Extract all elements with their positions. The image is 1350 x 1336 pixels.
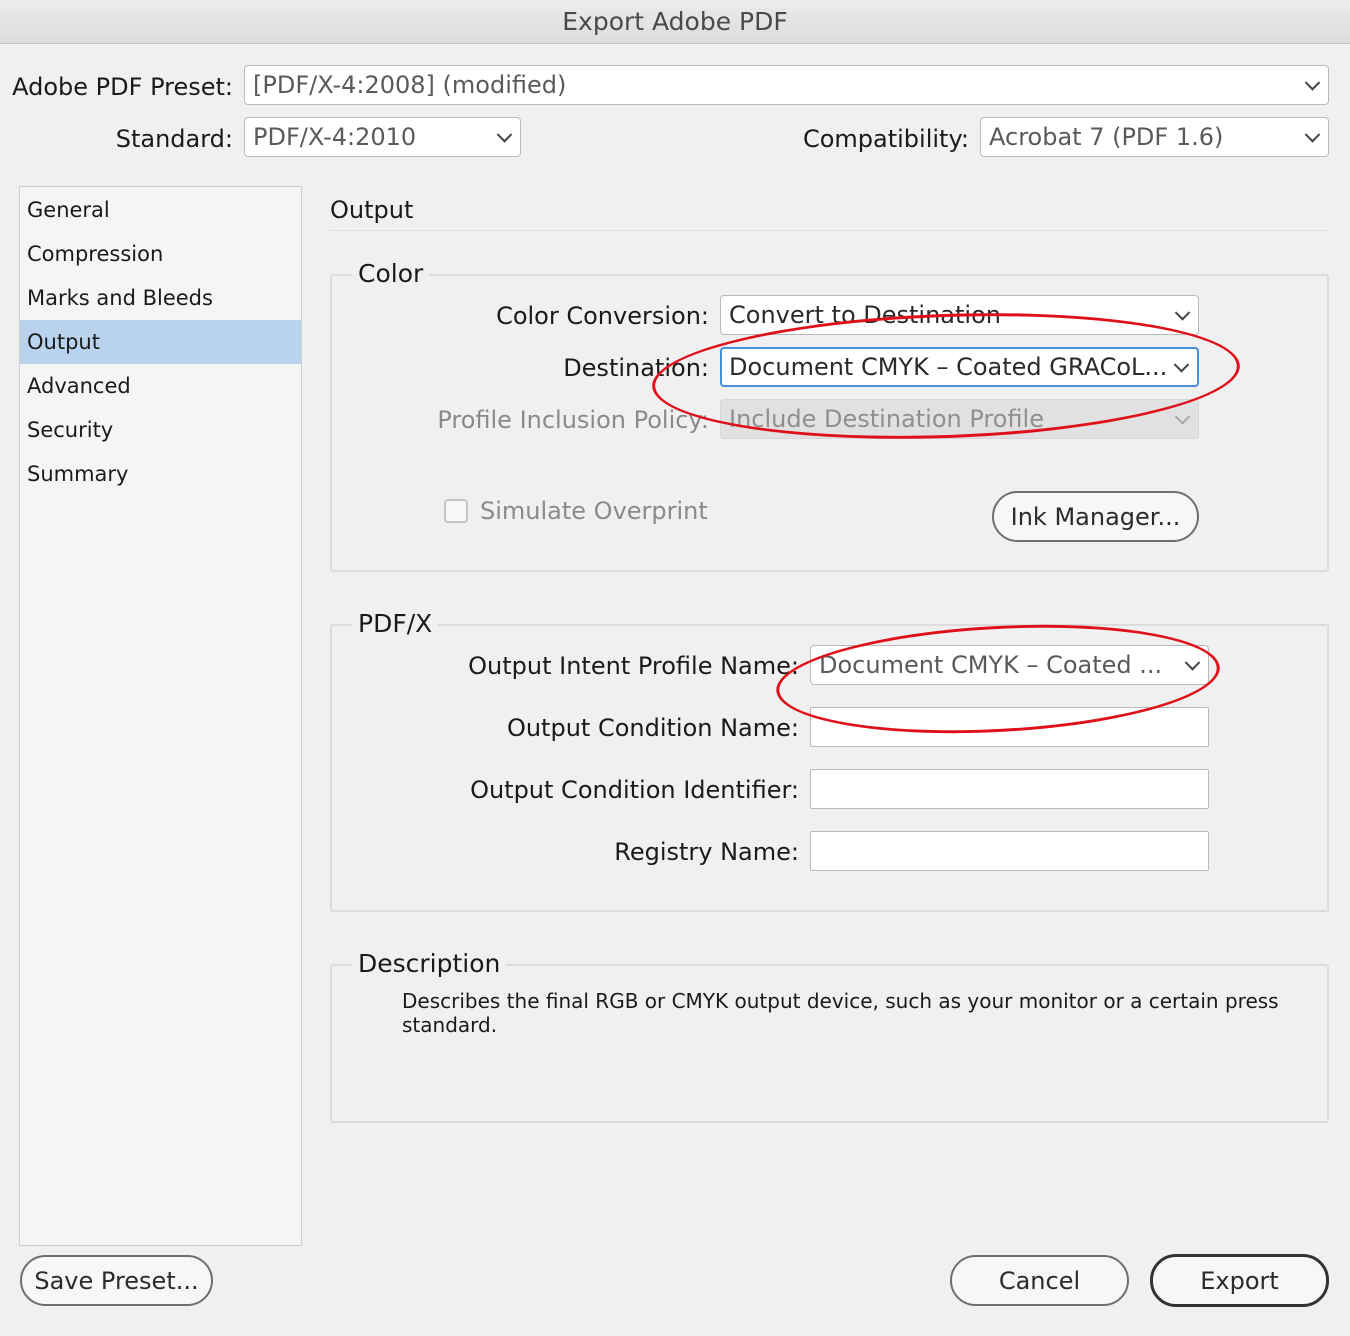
compatibility-label: Compatibility: <box>802 125 969 153</box>
profile-inclusion-select[interactable]: Include Destination Profile <box>720 399 1199 439</box>
panel-title: Output <box>330 196 414 224</box>
chevron-down-icon <box>1184 655 1201 671</box>
sidebar-item-advanced[interactable]: Advanced <box>20 364 301 408</box>
profile-inclusion-value: Include Destination Profile <box>729 405 1044 433</box>
destination-label: Destination: <box>563 354 709 382</box>
pdfx-legend: PDF/X <box>352 609 439 639</box>
simulate-overprint-checkbox[interactable] <box>444 499 468 523</box>
profile-inclusion-label: Profile Inclusion Policy: <box>437 406 709 434</box>
preset-select[interactable]: [PDF/X-4:2008] (modified) <box>244 65 1329 105</box>
description-legend: Description <box>352 949 507 979</box>
chevron-down-icon <box>1173 357 1190 373</box>
sidebar: General Compression Marks and Bleeds Out… <box>19 186 302 1246</box>
output-condition-identifier-label: Output Condition Identifier: <box>470 776 799 804</box>
sidebar-item-security[interactable]: Security <box>20 408 301 452</box>
ink-manager-button[interactable]: Ink Manager... <box>992 491 1199 542</box>
color-legend: Color <box>352 259 430 289</box>
chevron-down-icon <box>496 127 513 143</box>
sidebar-item-summary[interactable]: Summary <box>20 452 301 496</box>
destination-value: Document CMYK – Coated GRACoL... <box>729 353 1168 381</box>
output-condition-name-field[interactable] <box>810 707 1209 747</box>
export-button[interactable]: Export <box>1150 1254 1329 1307</box>
save-preset-button[interactable]: Save Preset... <box>20 1255 213 1306</box>
color-conversion-value: Convert to Destination <box>729 301 1001 329</box>
standard-value: PDF/X-4:2010 <box>253 123 417 151</box>
compatibility-select[interactable]: Acrobat 7 (PDF 1.6) <box>980 117 1329 157</box>
chevron-down-icon <box>1174 305 1191 321</box>
registry-name-field[interactable] <box>810 831 1209 871</box>
chevron-down-icon <box>1174 409 1191 425</box>
sidebar-item-general[interactable]: General <box>20 188 301 232</box>
window-title: Export Adobe PDF <box>0 0 1350 44</box>
sidebar-item-output[interactable]: Output <box>20 320 301 364</box>
destination-select[interactable]: Document CMYK – Coated GRACoL... <box>720 347 1199 387</box>
preset-value: [PDF/X-4:2008] (modified) <box>253 71 567 99</box>
output-condition-name-label: Output Condition Name: <box>506 714 799 742</box>
panel-divider <box>330 230 1329 231</box>
output-condition-identifier-field[interactable] <box>810 769 1209 809</box>
simulate-overprint-label: Simulate Overprint <box>480 497 708 525</box>
output-intent-label: Output Intent Profile Name: <box>468 652 799 680</box>
color-conversion-label: Color Conversion: <box>496 302 709 330</box>
sidebar-item-compression[interactable]: Compression <box>20 232 301 276</box>
sidebar-item-marks-and-bleeds[interactable]: Marks and Bleeds <box>20 276 301 320</box>
standard-select[interactable]: PDF/X-4:2010 <box>244 117 521 157</box>
description-group <box>330 964 1329 1123</box>
color-conversion-select[interactable]: Convert to Destination <box>720 295 1199 335</box>
compatibility-value: Acrobat 7 (PDF 1.6) <box>989 123 1224 151</box>
preset-label: Adobe PDF Preset: <box>12 73 233 101</box>
chevron-down-icon <box>1304 127 1321 143</box>
registry-name-label: Registry Name: <box>614 838 799 866</box>
description-text: Describes the final RGB or CMYK output d… <box>402 989 1279 1037</box>
cancel-button[interactable]: Cancel <box>950 1255 1129 1306</box>
output-intent-select[interactable]: Document CMYK – Coated ... <box>810 645 1209 685</box>
chevron-down-icon <box>1304 75 1321 91</box>
standard-label: Standard: <box>115 125 233 153</box>
output-intent-value: Document CMYK – Coated ... <box>819 651 1163 679</box>
